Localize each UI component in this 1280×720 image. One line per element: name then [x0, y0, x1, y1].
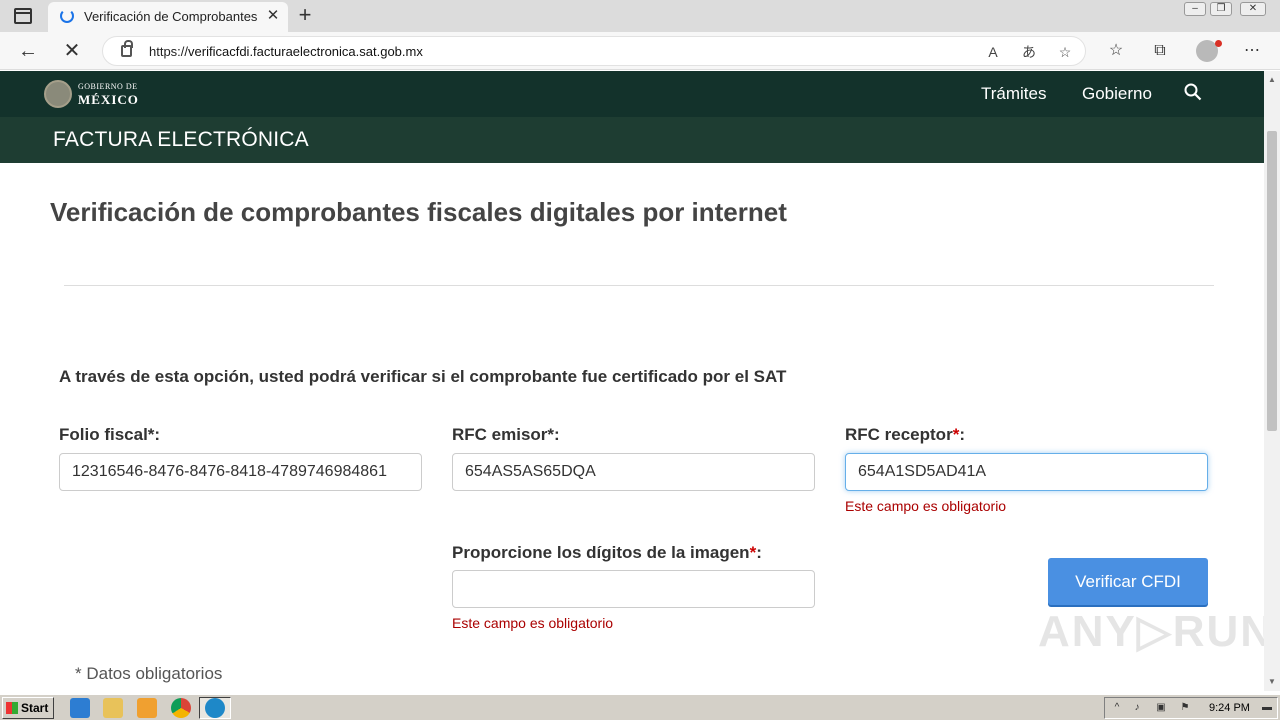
captcha-error: Este campo es obligatorio: [452, 615, 614, 631]
loading-spinner-icon: [60, 9, 74, 23]
intro-text: A través de esta opción, usted podrá ver…: [59, 367, 787, 386]
rfc-receptor-label-text: RFC receptor: [845, 425, 953, 444]
rfc-receptor-input[interactable]: [845, 453, 1208, 491]
captcha-colon: :: [756, 543, 762, 562]
close-window-button[interactable]: ✕: [1240, 2, 1266, 16]
page-viewport: GOBIERNO DE MÉXICO Trámites Gobierno FAC…: [0, 71, 1264, 691]
back-arrow-icon[interactable]: ←: [16, 39, 40, 63]
captcha-label: Proporcione los dígitos de la imagen*:: [452, 543, 762, 563]
volume-icon[interactable]: ♪: [1131, 702, 1143, 714]
verify-cfdi-button[interactable]: Verificar CFDI: [1048, 558, 1208, 605]
rfc-emisor-input[interactable]: [452, 453, 815, 491]
media-player-icon[interactable]: [137, 698, 157, 718]
search-icon[interactable]: [1184, 83, 1202, 101]
required-footnote: * Datos obligatorios: [75, 664, 223, 683]
url-text: https://verificacfdi.facturaelectronica.…: [149, 44, 423, 59]
scroll-up-icon[interactable]: ▲: [1268, 75, 1276, 84]
edge-icon: [205, 698, 225, 718]
rfc-receptor-label: RFC receptor*:: [845, 425, 965, 445]
url-host: verificacfdi.facturaelectronica.sat.gob.…: [188, 44, 423, 59]
edge-taskbar-button[interactable]: [199, 697, 231, 719]
ie-icon[interactable]: [70, 698, 90, 718]
folio-colon: :: [154, 425, 161, 444]
folio-label-text: Folio fiscal: [59, 425, 148, 444]
system-tray: ^ ♪ ▣ ⚑ 9:24 PM ▬: [1104, 697, 1278, 719]
sub-header: FACTURA ELECTRÓNICA: [0, 117, 1264, 163]
tray-expand-icon[interactable]: ^: [1111, 702, 1123, 714]
address-bar[interactable]: https://verificacfdi.facturaelectronica.…: [102, 36, 1086, 66]
nav-tramites[interactable]: Trámites: [981, 84, 1047, 104]
captcha-label-text: Proporcione los dígitos de la imagen: [452, 543, 750, 562]
rfc-emisor-label: RFC emisor*:: [452, 425, 560, 445]
logo-line1: GOBIERNO DE: [78, 82, 138, 91]
captcha-input[interactable]: [452, 570, 815, 608]
rfc-receptor-error: Este campo es obligatorio: [845, 498, 1007, 514]
divider: [64, 285, 1214, 286]
gob-header: GOBIERNO DE MÉXICO Trámites Gobierno: [0, 71, 1264, 117]
rfc-emisor-colon: :: [554, 425, 560, 444]
favorites-icon[interactable]: ☆: [1104, 39, 1128, 63]
translate-icon[interactable]: あ: [1019, 42, 1039, 62]
explorer-icon[interactable]: [103, 698, 123, 718]
network-icon[interactable]: ▣: [1155, 702, 1167, 714]
nav-gobierno[interactable]: Gobierno: [1082, 84, 1152, 104]
show-desktop-icon[interactable]: ▬: [1261, 702, 1273, 714]
folio-label: Folio fiscal*:: [59, 425, 160, 445]
read-aloud-icon[interactable]: A: [983, 42, 1003, 62]
page-scrollbar[interactable]: ▲ ▼: [1264, 71, 1280, 691]
restore-button[interactable]: ❐: [1210, 2, 1232, 16]
page-title: Verificación de comprobantes fiscales di…: [50, 197, 787, 227]
flag-icon[interactable]: ⚑: [1179, 702, 1191, 714]
clock: 9:24 PM: [1209, 702, 1250, 714]
rfc-emisor-label-text: RFC emisor: [452, 425, 548, 444]
more-menu-icon[interactable]: ⋯: [1240, 39, 1264, 63]
sub-header-title[interactable]: FACTURA ELECTRÓNICA: [53, 128, 309, 152]
browser-tab[interactable]: Verificación de Comprobantes Fi ✕: [48, 2, 288, 32]
mexico-seal-icon[interactable]: [44, 80, 72, 108]
start-button[interactable]: Start: [2, 697, 54, 719]
new-tab-button[interactable]: +: [292, 4, 318, 28]
add-favorite-icon[interactable]: ☆: [1055, 42, 1075, 62]
gob-logo[interactable]: GOBIERNO DE MÉXICO: [78, 81, 139, 107]
browser-tab-strip: Verificación de Comprobantes Fi ✕ + – ❐ …: [0, 0, 1280, 32]
close-tab-icon[interactable]: ✕: [264, 7, 282, 25]
chrome-icon[interactable]: [171, 698, 191, 718]
scroll-thumb[interactable]: [1267, 131, 1277, 431]
stop-loading-icon[interactable]: ✕: [60, 39, 84, 63]
watermark: ANY▷RUN: [1038, 607, 1264, 656]
scroll-down-icon[interactable]: ▼: [1268, 677, 1276, 686]
tab-title: Verificación de Comprobantes Fi: [84, 9, 262, 24]
url-prefix: https://: [149, 44, 189, 59]
lock-icon[interactable]: [121, 40, 133, 57]
rfc-receptor-colon: :: [959, 425, 965, 444]
browser-toolbar: ← ✕ https://verificacfdi.facturaelectron…: [0, 32, 1280, 70]
taskbar: Start ^ ♪ ▣ ⚑ 9:24 PM ▬: [0, 694, 1280, 720]
profile-avatar[interactable]: [1196, 40, 1222, 62]
folio-fiscal-input[interactable]: [59, 453, 422, 491]
minimize-button[interactable]: –: [1184, 2, 1206, 16]
collections-icon[interactable]: ⧉: [1148, 39, 1172, 63]
logo-line2: MÉXICO: [78, 92, 139, 107]
tab-actions-icon[interactable]: [14, 8, 32, 24]
